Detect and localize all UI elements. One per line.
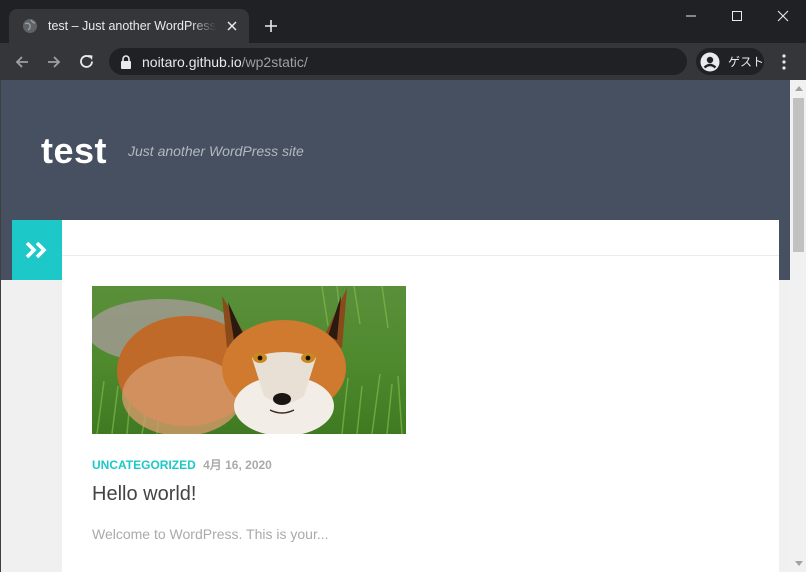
site-tagline: Just another WordPress site (128, 143, 304, 159)
window-close-icon[interactable] (760, 0, 806, 32)
post-meta: UNCATEGORIZED 4月 16, 2020 (92, 456, 272, 473)
url-path: /wp2static/ (241, 53, 308, 70)
tab-strip: test – Just another WordPress site (0, 0, 806, 43)
content-topbar (62, 220, 779, 256)
post-date: 4月 16, 2020 (203, 458, 272, 472)
maximize-icon[interactable] (714, 0, 760, 32)
scroll-down-arrow-icon[interactable] (790, 555, 806, 572)
post-title-link[interactable]: Hello world! (92, 483, 196, 506)
profile-button[interactable]: ゲスト (696, 48, 764, 75)
tab-title: test – Just another WordPress site (48, 19, 216, 33)
lock-icon (121, 54, 131, 69)
url-host: noitaro.github.io (142, 53, 242, 70)
sidebar-toggle-button[interactable] (12, 220, 62, 280)
globe-icon (23, 19, 37, 33)
more-menu-icon[interactable] (776, 52, 792, 72)
post-category-link[interactable]: UNCATEGORIZED (92, 458, 196, 472)
post-excerpt: Welcome to WordPress. This is your... (92, 526, 329, 542)
scroll-up-arrow-icon[interactable] (790, 80, 806, 97)
tab-close-icon[interactable] (224, 18, 240, 34)
vertical-scrollbar[interactable] (790, 80, 806, 572)
post-featured-image[interactable] (92, 286, 406, 434)
content-area: UNCATEGORIZED 4月 16, 2020 Hello world! W… (62, 220, 779, 572)
fox-image (92, 286, 406, 434)
address-bar[interactable]: noitaro.github.io/wp2static/ (109, 48, 687, 75)
url-text: noitaro.github.io/wp2static/ (142, 54, 308, 70)
browser-toolbar: noitaro.github.io/wp2static/ ゲスト (0, 43, 806, 80)
page-viewport: test Just another WordPress site UNCATEG… (0, 80, 806, 572)
avatar-icon (700, 52, 720, 71)
new-tab-icon[interactable] (262, 17, 280, 35)
minimize-icon[interactable] (668, 0, 714, 32)
reload-icon[interactable] (77, 52, 97, 72)
scrollbar-thumb[interactable] (793, 98, 804, 252)
back-arrow-icon[interactable] (12, 52, 32, 72)
profile-label: ゲスト (728, 55, 765, 69)
forward-arrow-icon[interactable] (44, 52, 64, 72)
double-chevron-right-icon (25, 241, 47, 259)
browser-tab[interactable]: test – Just another WordPress site (9, 9, 249, 43)
site-title[interactable]: test (41, 130, 107, 172)
